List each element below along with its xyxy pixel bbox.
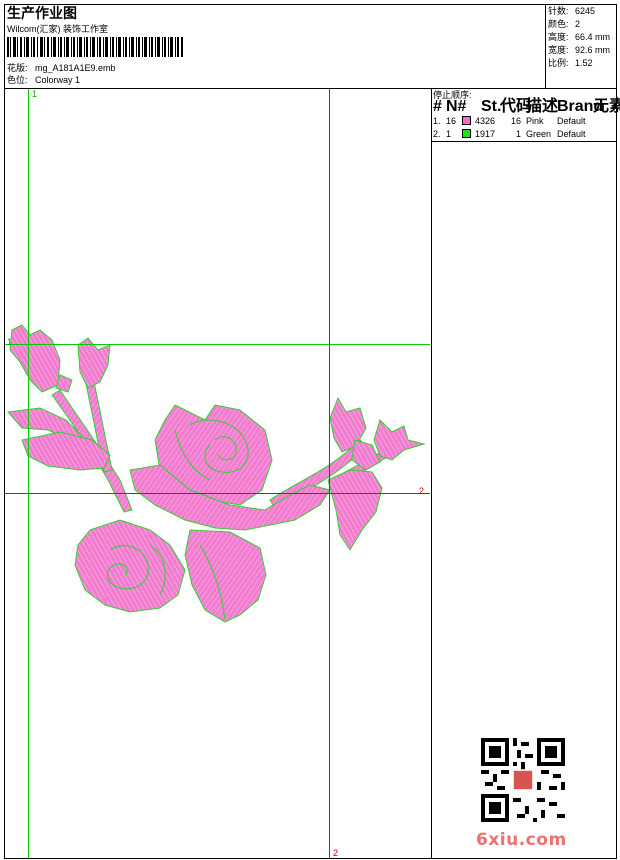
embroidery-design: [5, 89, 430, 858]
qr-code: [481, 738, 565, 822]
lower-leaf: [184, 529, 267, 623]
h-green-guide-label: 1: [7, 337, 13, 347]
main-rose: [129, 404, 331, 531]
v-red-guide-label: 2: [333, 848, 339, 858]
lower-rose: [74, 519, 186, 613]
site-watermark: 6xiu.com: [476, 830, 567, 850]
h-red-guide-label: 2: [419, 486, 425, 496]
buds-right: [327, 396, 426, 551]
v-green-guide-label: 1: [32, 89, 38, 99]
